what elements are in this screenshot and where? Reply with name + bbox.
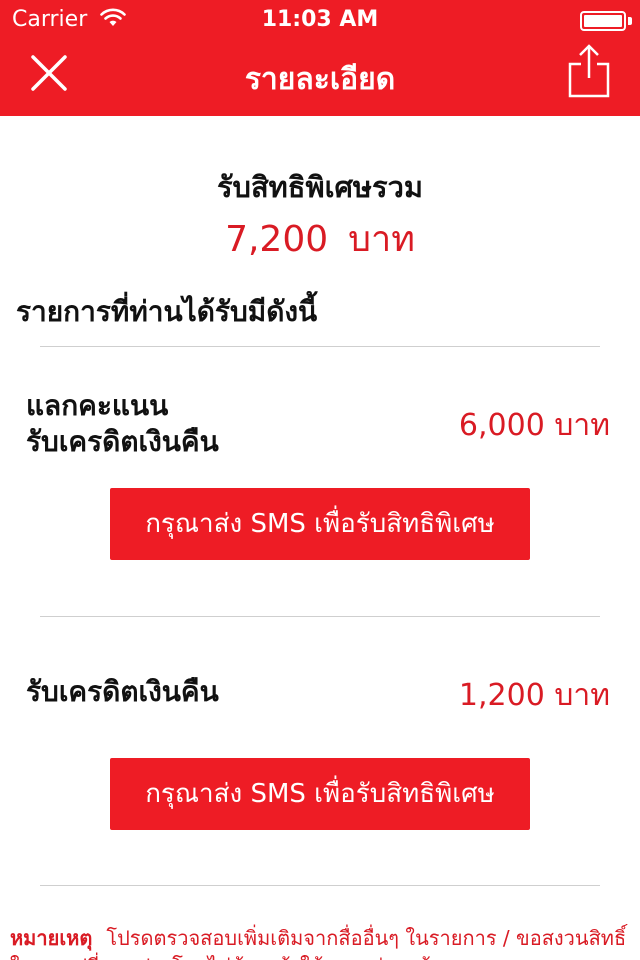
- note-label: หมายเหตุ: [10, 926, 93, 950]
- divider: [40, 616, 600, 617]
- total-amount-value: 7,200: [225, 219, 329, 260]
- status-bar: Carrier 11:03 AM: [0, 0, 640, 40]
- item-2-amount: 1,200 บาท: [458, 678, 610, 713]
- battery-icon: [580, 11, 626, 31]
- list-heading: รายการที่ท่านได้รับมีดังนี้: [16, 295, 318, 328]
- divider: [40, 346, 600, 347]
- item-1-label-line2: รับเครดิตเงินคืน: [26, 425, 219, 458]
- nav-bar: Carrier 11:03 AM รายละเอียด: [0, 0, 640, 116]
- total-amount-currency: บาท: [348, 219, 415, 260]
- clock: 11:03 AM: [261, 7, 379, 32]
- divider: [40, 885, 600, 886]
- battery-tip: [628, 17, 632, 25]
- item-2-label: รับเครดิตเงินคืน: [26, 675, 219, 708]
- total-title: รับสิทธิพิเศษรวม: [216, 170, 424, 204]
- page-title: รายละเอียด: [244, 62, 396, 97]
- item-1-amount: 6,000 บาท: [458, 408, 610, 443]
- note-text: โปรดตรวจสอบเพิ่มเติมจากสื่ออื่นๆ ในรายกา…: [10, 926, 627, 960]
- sms-button-2[interactable]: กรุณาส่ง SMS เพื่อรับสิทธิพิเศษ: [110, 758, 530, 830]
- total-amount: 7,200 บาท: [0, 210, 640, 267]
- share-button[interactable]: [566, 44, 612, 98]
- share-icon: [568, 44, 610, 98]
- sms-button-1[interactable]: กรุณาส่ง SMS เพื่อรับสิทธิพิเศษ: [110, 488, 530, 560]
- item-1-label-line1: แลกคะแนน: [26, 389, 169, 422]
- item-1-label: แลกคะแนน รับเครดิตเงินคืน: [26, 388, 219, 460]
- note: หมายเหตุ โปรดตรวจสอบเพิ่มเติมจากสื่ออื่นๆ…: [10, 924, 640, 960]
